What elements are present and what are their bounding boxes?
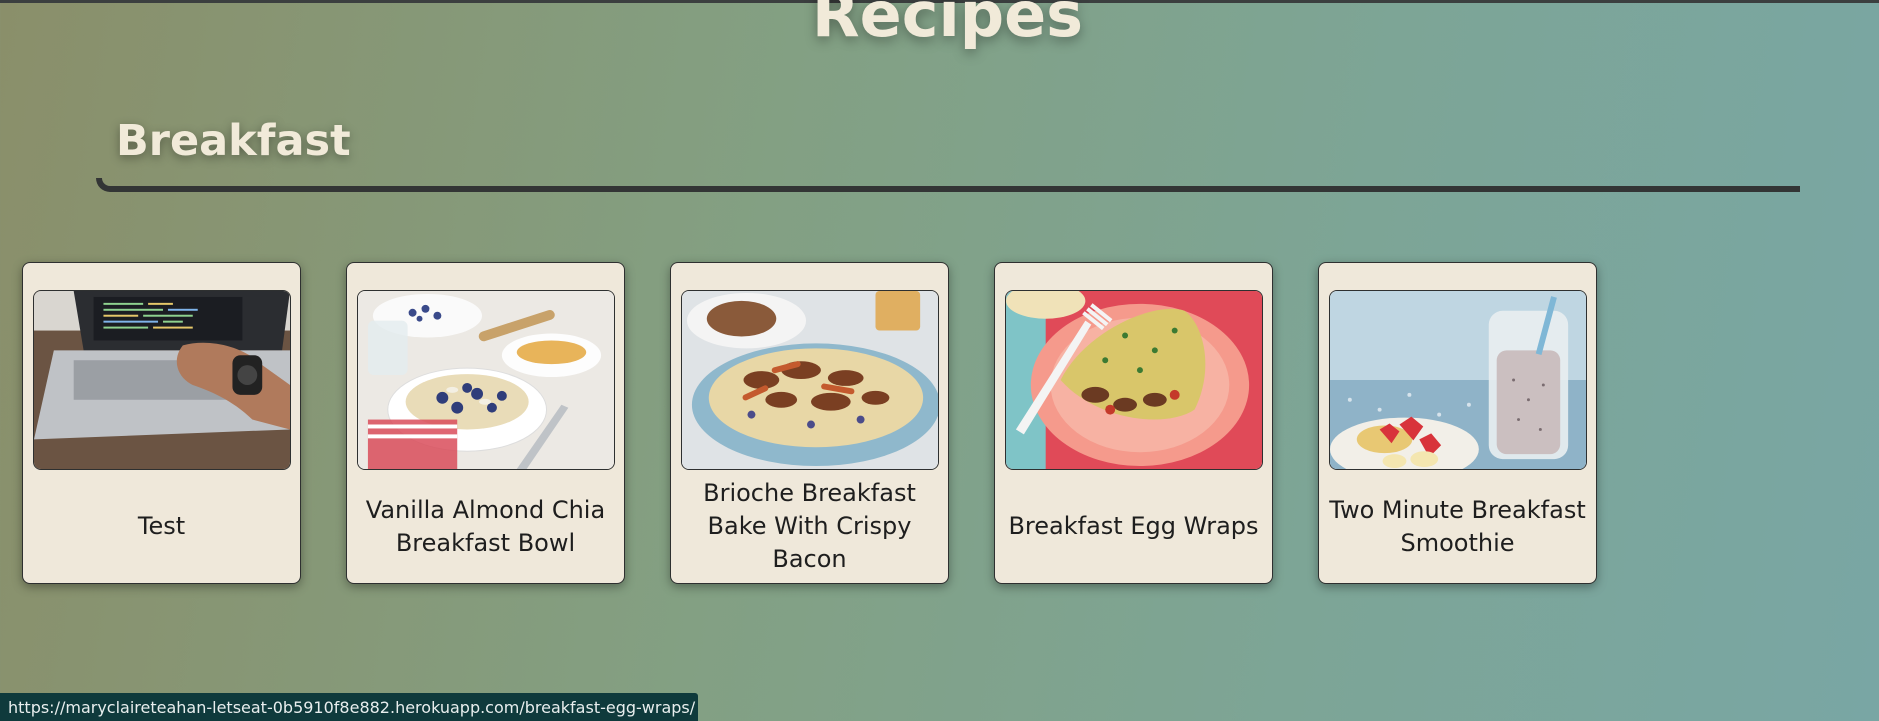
page-title: Recipes xyxy=(811,0,1084,51)
section-title: Breakfast xyxy=(116,116,351,166)
recipe-image-brioche-bake xyxy=(681,290,939,470)
recipe-card-test[interactable]: Test xyxy=(22,262,301,584)
link-status-url: https://maryclaireteahan-letseat-0b5910f… xyxy=(0,693,698,721)
section-divider xyxy=(96,178,1800,192)
recipe-card-two-minute-breakfast-smoothie[interactable]: Two Minute Breakfast Smoothie xyxy=(1318,262,1597,584)
recipe-card-vanilla-almond-chia-breakfast-bowl[interactable]: Vanilla Almond Chia Breakfast Bowl xyxy=(346,262,625,584)
recipe-image-laptop xyxy=(33,290,291,470)
recipe-card-brioche-breakfast-bake[interactable]: Brioche Breakfast Bake With Crispy Bacon xyxy=(670,262,949,584)
recipe-image-smoothie xyxy=(1329,290,1587,470)
recipe-card-title: Brioche Breakfast Bake With Crispy Bacon xyxy=(703,479,916,573)
recipe-card-title: Vanilla Almond Chia Breakfast Bowl xyxy=(365,495,606,557)
recipe-image-egg-wrap xyxy=(1005,290,1263,470)
recipe-image-chia-bowl xyxy=(357,290,615,470)
recipe-card-title: Two Minute Breakfast Smoothie xyxy=(1329,495,1586,557)
recipe-card-breakfast-egg-wraps[interactable]: Breakfast Egg Wraps xyxy=(994,262,1273,584)
recipe-card-title: Test xyxy=(137,512,186,540)
recipe-card-title: Breakfast Egg Wraps xyxy=(1008,512,1259,540)
